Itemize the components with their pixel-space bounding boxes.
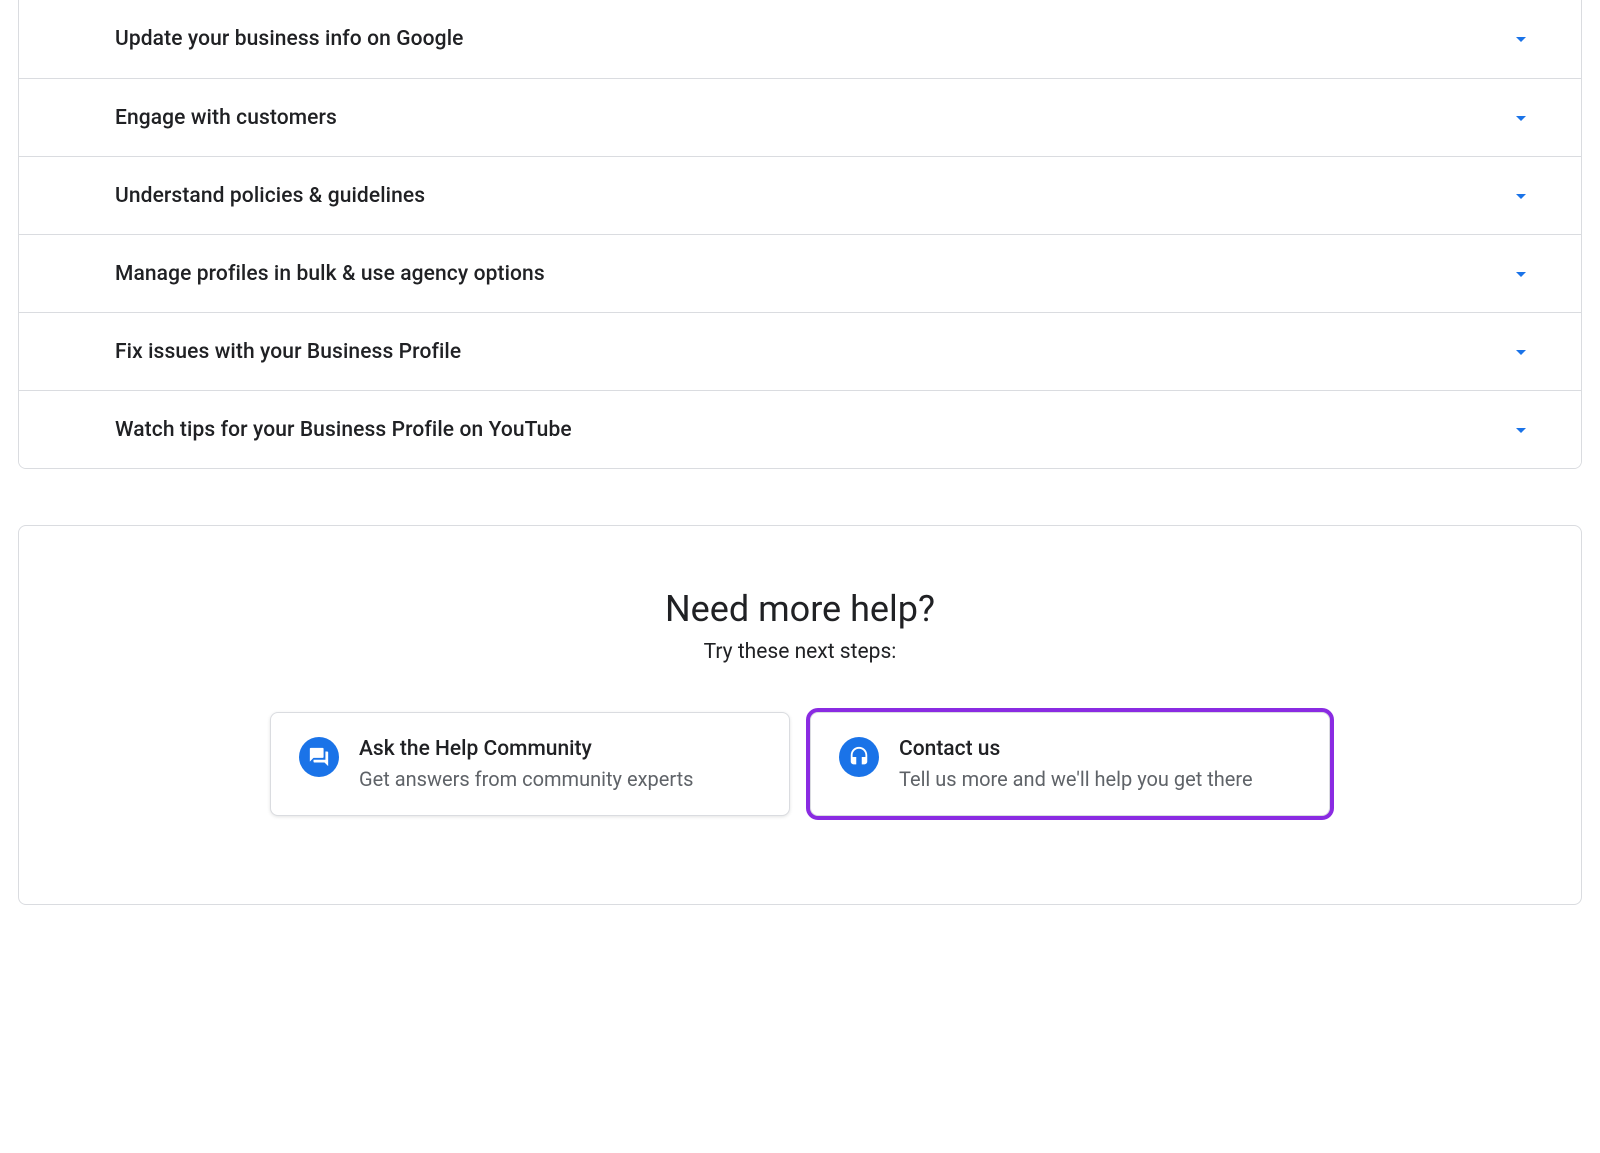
accordion-label: Engage with customers — [115, 106, 337, 130]
accordion-item-manage-bulk-agency[interactable]: Manage profiles in bulk & use agency opt… — [19, 234, 1581, 312]
chevron-down-icon — [1509, 262, 1533, 286]
accordion-label: Fix issues with your Business Profile — [115, 340, 461, 364]
need-more-help-section: Need more help? Try these next steps: As… — [18, 525, 1582, 905]
help-card-desc: Get answers from community experts — [359, 767, 693, 791]
chevron-down-icon — [1509, 106, 1533, 130]
chevron-down-icon — [1509, 184, 1533, 208]
accordion-label: Understand policies & guidelines — [115, 184, 425, 208]
headset-icon — [839, 737, 879, 777]
accordion-item-youtube-tips[interactable]: Watch tips for your Business Profile on … — [19, 390, 1581, 468]
forum-icon — [299, 737, 339, 777]
help-card-text: Contact us Tell us more and we'll help y… — [899, 737, 1253, 791]
help-card-text: Ask the Help Community Get answers from … — [359, 737, 693, 791]
help-title: Need more help? — [119, 588, 1481, 630]
accordion-label: Watch tips for your Business Profile on … — [115, 418, 572, 442]
help-card-contact-us[interactable]: Contact us Tell us more and we'll help y… — [810, 712, 1330, 816]
accordion-label: Manage profiles in bulk & use agency opt… — [115, 262, 545, 286]
help-card-desc: Tell us more and we'll help you get ther… — [899, 767, 1253, 791]
accordion-group: Update your business info on Google Enga… — [18, 0, 1582, 469]
help-card-title: Ask the Help Community — [359, 737, 693, 761]
chevron-down-icon — [1509, 418, 1533, 442]
accordion-item-update-business-info[interactable]: Update your business info on Google — [19, 0, 1581, 78]
accordion-item-fix-issues[interactable]: Fix issues with your Business Profile — [19, 312, 1581, 390]
help-cards-row: Ask the Help Community Get answers from … — [119, 712, 1481, 816]
help-card-title: Contact us — [899, 737, 1253, 761]
accordion-item-engage-customers[interactable]: Engage with customers — [19, 78, 1581, 156]
chevron-down-icon — [1509, 340, 1533, 364]
accordion-item-policies-guidelines[interactable]: Understand policies & guidelines — [19, 156, 1581, 234]
accordion-label: Update your business info on Google — [115, 27, 464, 51]
chevron-down-icon — [1509, 27, 1533, 51]
help-subtitle: Try these next steps: — [119, 640, 1481, 664]
help-card-community[interactable]: Ask the Help Community Get answers from … — [270, 712, 790, 816]
